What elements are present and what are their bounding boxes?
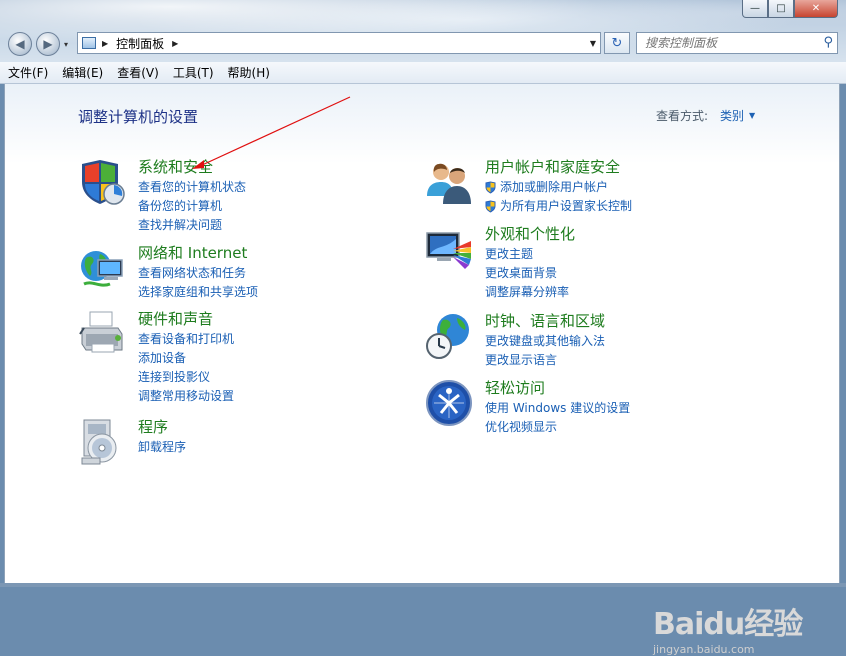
refresh-icon: ↻	[611, 35, 623, 51]
link-display-language[interactable]: 更改显示语言	[485, 351, 605, 370]
search-box[interactable]: ⚲	[636, 32, 838, 54]
view-by-dropdown[interactable]: 类别 ▼	[720, 107, 755, 124]
uac-shield-icon	[485, 181, 496, 194]
breadcrumb-separator[interactable]: ▶	[172, 39, 178, 48]
control-panel-content: 调整计算机的设置 查看方式: 类别 ▼ 系统和安全 查看您的计算机状态 备份您的…	[4, 84, 840, 656]
menu-tools[interactable]: 工具(T)	[173, 64, 214, 81]
watermark-brand: Baidu经验	[653, 607, 803, 642]
programs-disc-icon	[81, 419, 117, 465]
baidu-watermark: Baidu经验 jingyan.baidu.com	[653, 599, 803, 656]
link-keyboard-input[interactable]: 更改键盘或其他输入法	[485, 332, 605, 351]
link-mobility-settings[interactable]: 调整常用移动设置	[138, 387, 234, 406]
maximize-button[interactable]: □	[768, 0, 794, 18]
back-arrow-icon: ◀	[15, 37, 25, 51]
link-network-status[interactable]: 查看网络状态和任务	[138, 264, 258, 283]
category-title[interactable]: 硬件和声音	[138, 308, 213, 329]
category-title[interactable]: 系统和安全	[138, 156, 213, 177]
minimize-button[interactable]: —	[742, 0, 768, 18]
category-title[interactable]: 外观和个性化	[485, 223, 575, 244]
clock-globe-icon	[426, 314, 469, 359]
view-by-value: 类别	[720, 109, 745, 123]
link-change-theme[interactable]: 更改主题	[485, 245, 569, 264]
dropdown-arrow-icon: ▼	[749, 111, 756, 120]
link-screen-resolution[interactable]: 调整屏幕分辨率	[485, 283, 569, 302]
link-recommended-settings[interactable]: 使用 Windows 建议的设置	[485, 399, 630, 418]
link-backup-computer[interactable]: 备份您的计算机	[138, 197, 246, 216]
category-title[interactable]: 程序	[138, 416, 168, 437]
security-shield-icon	[82, 160, 125, 205]
link-add-device[interactable]: 添加设备	[138, 349, 234, 368]
appearance-monitor-icon	[426, 232, 471, 269]
close-button[interactable]: ✕	[794, 0, 838, 18]
link-text: 添加或删除用户帐户	[500, 180, 609, 194]
category-title[interactable]: 网络和 Internet	[138, 242, 247, 263]
forward-button[interactable]: ▶	[36, 32, 60, 56]
category-title[interactable]: 时钟、语言和区域	[485, 310, 605, 331]
breadcrumb-control-panel[interactable]: 控制面板	[116, 35, 164, 52]
view-by-label: 查看方式:	[656, 109, 709, 123]
watermark-url: jingyan.baidu.com	[653, 643, 755, 656]
menu-edit[interactable]: 编辑(E)	[62, 64, 103, 81]
window-bottom-frame	[0, 583, 846, 587]
address-bar[interactable]: ▶ 控制面板 ▶ ▼	[77, 32, 601, 54]
uac-shield-icon	[485, 200, 496, 213]
menu-file[interactable]: 文件(F)	[8, 64, 48, 81]
recent-pages-dropdown[interactable]: ▾	[64, 40, 68, 49]
menu-bar: 文件(F) 编辑(E) 查看(V) 工具(T) 帮助(H)	[0, 62, 846, 84]
link-troubleshoot[interactable]: 查找并解决问题	[138, 216, 246, 235]
refresh-button[interactable]: ↻	[604, 32, 630, 54]
link-view-computer-status[interactable]: 查看您的计算机状态	[138, 178, 246, 197]
link-connect-projector[interactable]: 连接到投影仪	[138, 368, 234, 387]
back-button[interactable]: ◀	[8, 32, 32, 56]
users-icon	[427, 163, 471, 204]
address-dropdown-icon[interactable]: ▼	[590, 39, 596, 48]
link-add-remove-users[interactable]: 添加或删除用户帐户	[485, 178, 632, 197]
network-globe-icon	[81, 251, 123, 287]
printer-icon	[79, 311, 123, 353]
forward-arrow-icon: ▶	[43, 37, 53, 51]
link-desktop-background[interactable]: 更改桌面背景	[485, 264, 569, 283]
search-icon[interactable]: ⚲	[823, 35, 833, 50]
link-parental-controls[interactable]: 为所有用户设置家长控制	[485, 197, 632, 216]
category-title[interactable]: 轻松访问	[485, 377, 545, 398]
search-input[interactable]	[645, 36, 815, 50]
menu-view[interactable]: 查看(V)	[117, 64, 159, 81]
ease-of-access-icon	[426, 380, 472, 426]
page-title: 调整计算机的设置	[78, 108, 199, 126]
link-devices-printers[interactable]: 查看设备和打印机	[138, 330, 234, 349]
breadcrumb-separator[interactable]: ▶	[102, 39, 108, 48]
menu-help[interactable]: 帮助(H)	[228, 64, 270, 81]
control-panel-icon	[82, 37, 96, 49]
window-caption-buttons: — □ ✕	[742, 0, 838, 18]
category-title[interactable]: 用户帐户和家庭安全	[485, 156, 620, 177]
link-optimize-display[interactable]: 优化视频显示	[485, 418, 630, 437]
link-homegroup-sharing[interactable]: 选择家庭组和共享选项	[138, 283, 258, 302]
link-text: 为所有用户设置家长控制	[500, 199, 633, 213]
link-uninstall-program[interactable]: 卸载程序	[138, 438, 186, 457]
